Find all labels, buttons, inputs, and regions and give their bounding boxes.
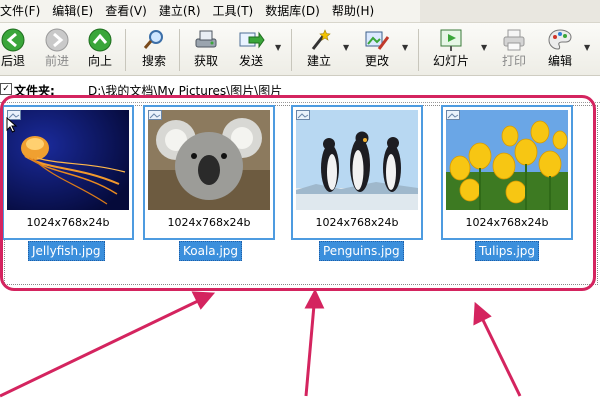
edit-button[interactable]: 编辑: [537, 25, 583, 75]
create-button[interactable]: 建立: [296, 25, 342, 75]
modify-icon: [365, 31, 390, 50]
up-button[interactable]: 向上: [77, 25, 123, 75]
edit-label: 编辑: [547, 54, 572, 68]
jellyfish-image: [7, 110, 129, 210]
thumbnail-frame[interactable]: 1024x768x24b: [2, 105, 134, 240]
folder-bar: ✓ 文件夹: D:\我的文档\My Pictures\图片\图片: [0, 76, 600, 103]
menu-database[interactable]: 数据库(D): [259, 1, 326, 21]
folder-label: 文件夹:: [14, 84, 55, 98]
tulips-image: [446, 110, 568, 210]
folder-path[interactable]: D:\我的文档\My Pictures\图片\图片: [88, 82, 282, 99]
acquire-label: 获取: [193, 54, 218, 68]
back-label: 后退: [0, 54, 25, 68]
modify-button[interactable]: 更改: [354, 25, 400, 75]
create-dropdown-icon[interactable]: ▼: [343, 43, 349, 52]
file-name[interactable]: Jellyfish.jpg: [28, 241, 105, 261]
image-dimensions: 1024x768x24b: [315, 216, 399, 229]
printer-icon: [503, 29, 525, 51]
print-button[interactable]: 打印: [491, 25, 537, 75]
thumbnail-jellyfish[interactable]: 1024x768x24b Jellyfish.jpg: [2, 105, 134, 261]
menu-view[interactable]: 查看(V): [99, 1, 153, 21]
image-dimensions: 1024x768x24b: [465, 216, 549, 229]
slideshow-dropdown-icon[interactable]: ▼: [481, 43, 487, 52]
back-button[interactable]: 后退: [0, 25, 36, 75]
mouse-cursor-icon: [6, 117, 18, 133]
search-button[interactable]: 搜索: [131, 25, 177, 75]
image-type-icon: [148, 110, 162, 120]
slideshow-icon: [440, 29, 462, 51]
file-name[interactable]: Koala.jpg: [179, 241, 243, 261]
modify-dropdown-icon[interactable]: ▼: [402, 43, 408, 52]
thumbnail-frame[interactable]: 1024x768x24b: [143, 105, 275, 240]
toolbar-separator: [179, 29, 180, 71]
send-dropdown-icon[interactable]: ▼: [275, 43, 281, 52]
magic-wand-icon: [311, 29, 331, 50]
thumbnail-koala[interactable]: 1024x768x24b Koala.jpg: [143, 105, 275, 261]
menu-file[interactable]: 文件(F): [0, 1, 46, 21]
penguins-image: [296, 110, 418, 210]
menu-bar: 文件(F) 编辑(E) 查看(V) 建立(R) 工具(T) 数据库(D) 帮助(…: [0, 0, 600, 23]
menu-edit[interactable]: 编辑(E): [46, 1, 99, 21]
toolbar-separator: [125, 29, 126, 71]
acquire-button[interactable]: 获取: [183, 25, 229, 75]
search-label: 搜索: [141, 54, 166, 68]
search-icon: [143, 30, 163, 49]
thumbnail-tulips[interactable]: 1024x768x24b Tulips.jpg: [441, 105, 573, 261]
image-dimensions: 1024x768x24b: [167, 216, 251, 229]
toolbar-separator: [418, 29, 419, 71]
scanner-icon: [195, 30, 217, 48]
up-label: 向上: [87, 54, 112, 68]
up-icon: [88, 28, 112, 52]
menubar-filler: [420, 0, 600, 22]
thumbnail-frame[interactable]: 1024x768x24b: [441, 105, 573, 240]
modify-label: 更改: [364, 54, 389, 68]
print-label: 打印: [501, 54, 526, 68]
slideshow-button[interactable]: 幻灯片: [428, 25, 474, 75]
forward-icon: [45, 28, 69, 52]
menu-tools[interactable]: 工具(T): [207, 1, 260, 21]
thumbnail-frame[interactable]: 1024x768x24b: [291, 105, 423, 240]
koala-image: [148, 110, 270, 210]
thumbnail-pane[interactable]: 1024x768x24b Jellyfish.jpg 1024x768x24b …: [0, 103, 600, 400]
forward-button[interactable]: 前进: [34, 25, 80, 75]
image-dimensions: 1024x768x24b: [26, 216, 110, 229]
file-name[interactable]: Penguins.jpg: [319, 241, 404, 261]
send-button[interactable]: 发送: [228, 25, 274, 75]
menu-help[interactable]: 帮助(H): [326, 1, 380, 21]
image-type-icon: [446, 110, 460, 120]
file-name[interactable]: Tulips.jpg: [475, 241, 540, 261]
send-label: 发送: [238, 54, 263, 68]
slideshow-label: 幻灯片: [432, 54, 469, 68]
create-label: 建立: [306, 54, 331, 68]
send-icon: [239, 31, 265, 49]
edit-dropdown-icon[interactable]: ▼: [584, 43, 590, 52]
back-icon: [1, 28, 25, 52]
toolbar-separator: [291, 29, 292, 71]
menu-create[interactable]: 建立(R): [153, 1, 207, 21]
image-type-icon: [296, 110, 310, 120]
folder-checkbox[interactable]: ✓: [0, 83, 12, 95]
forward-label: 前进: [44, 54, 69, 68]
palette-icon: [548, 29, 572, 50]
thumbnail-penguins[interactable]: 1024x768x24b Penguins.jpg: [291, 105, 423, 261]
toolbar: 后退 前进 向上 搜索 获取 发送 ▼ 建立 ▼ 更改 ▼ 幻灯片 ▼ 打印 编…: [0, 23, 600, 76]
